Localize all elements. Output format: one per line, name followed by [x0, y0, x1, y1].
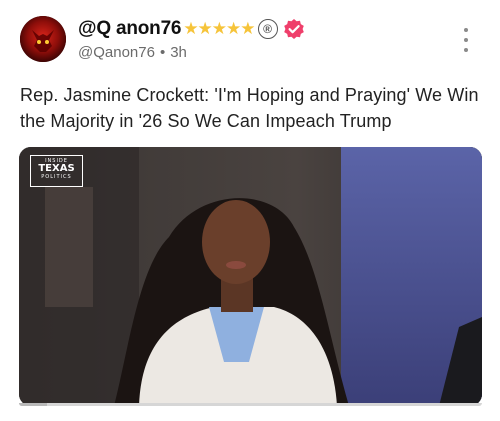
- author-name-row: @Q anon76 ★★★★★ ®: [78, 16, 305, 42]
- inside-texas-politics-logo: INSIDE TEXAS POLITICS: [30, 155, 83, 187]
- star-badges-icon: ★★★★★: [183, 19, 255, 38]
- registered-mark-icon: ®: [257, 19, 278, 39]
- avatar-image: [20, 16, 66, 62]
- avatar[interactable]: [20, 16, 66, 62]
- author-meta-row: @Qanon76 • 3h: [78, 44, 187, 61]
- post-timestamp[interactable]: 3h: [170, 44, 187, 61]
- logo-line-2: TEXAS: [38, 163, 75, 174]
- author-display-name[interactable]: @Q anon76: [78, 18, 182, 40]
- more-options-button[interactable]: [458, 28, 474, 52]
- post-video[interactable]: INSIDE TEXAS POLITICS: [19, 147, 482, 406]
- logo-line-3: POLITICS: [41, 174, 72, 180]
- video-frame-image: [19, 147, 482, 406]
- verified-badge-icon: [283, 19, 304, 39]
- vertical-ellipsis-icon: [464, 28, 468, 32]
- video-progress-bar[interactable]: [19, 403, 482, 406]
- meta-separator: •: [159, 44, 166, 61]
- video-progress-fill: [19, 403, 47, 406]
- post-text: Rep. Jasmine Crockett: 'I'm Hoping and P…: [20, 85, 479, 131]
- author-handle[interactable]: @Qanon76: [78, 44, 155, 61]
